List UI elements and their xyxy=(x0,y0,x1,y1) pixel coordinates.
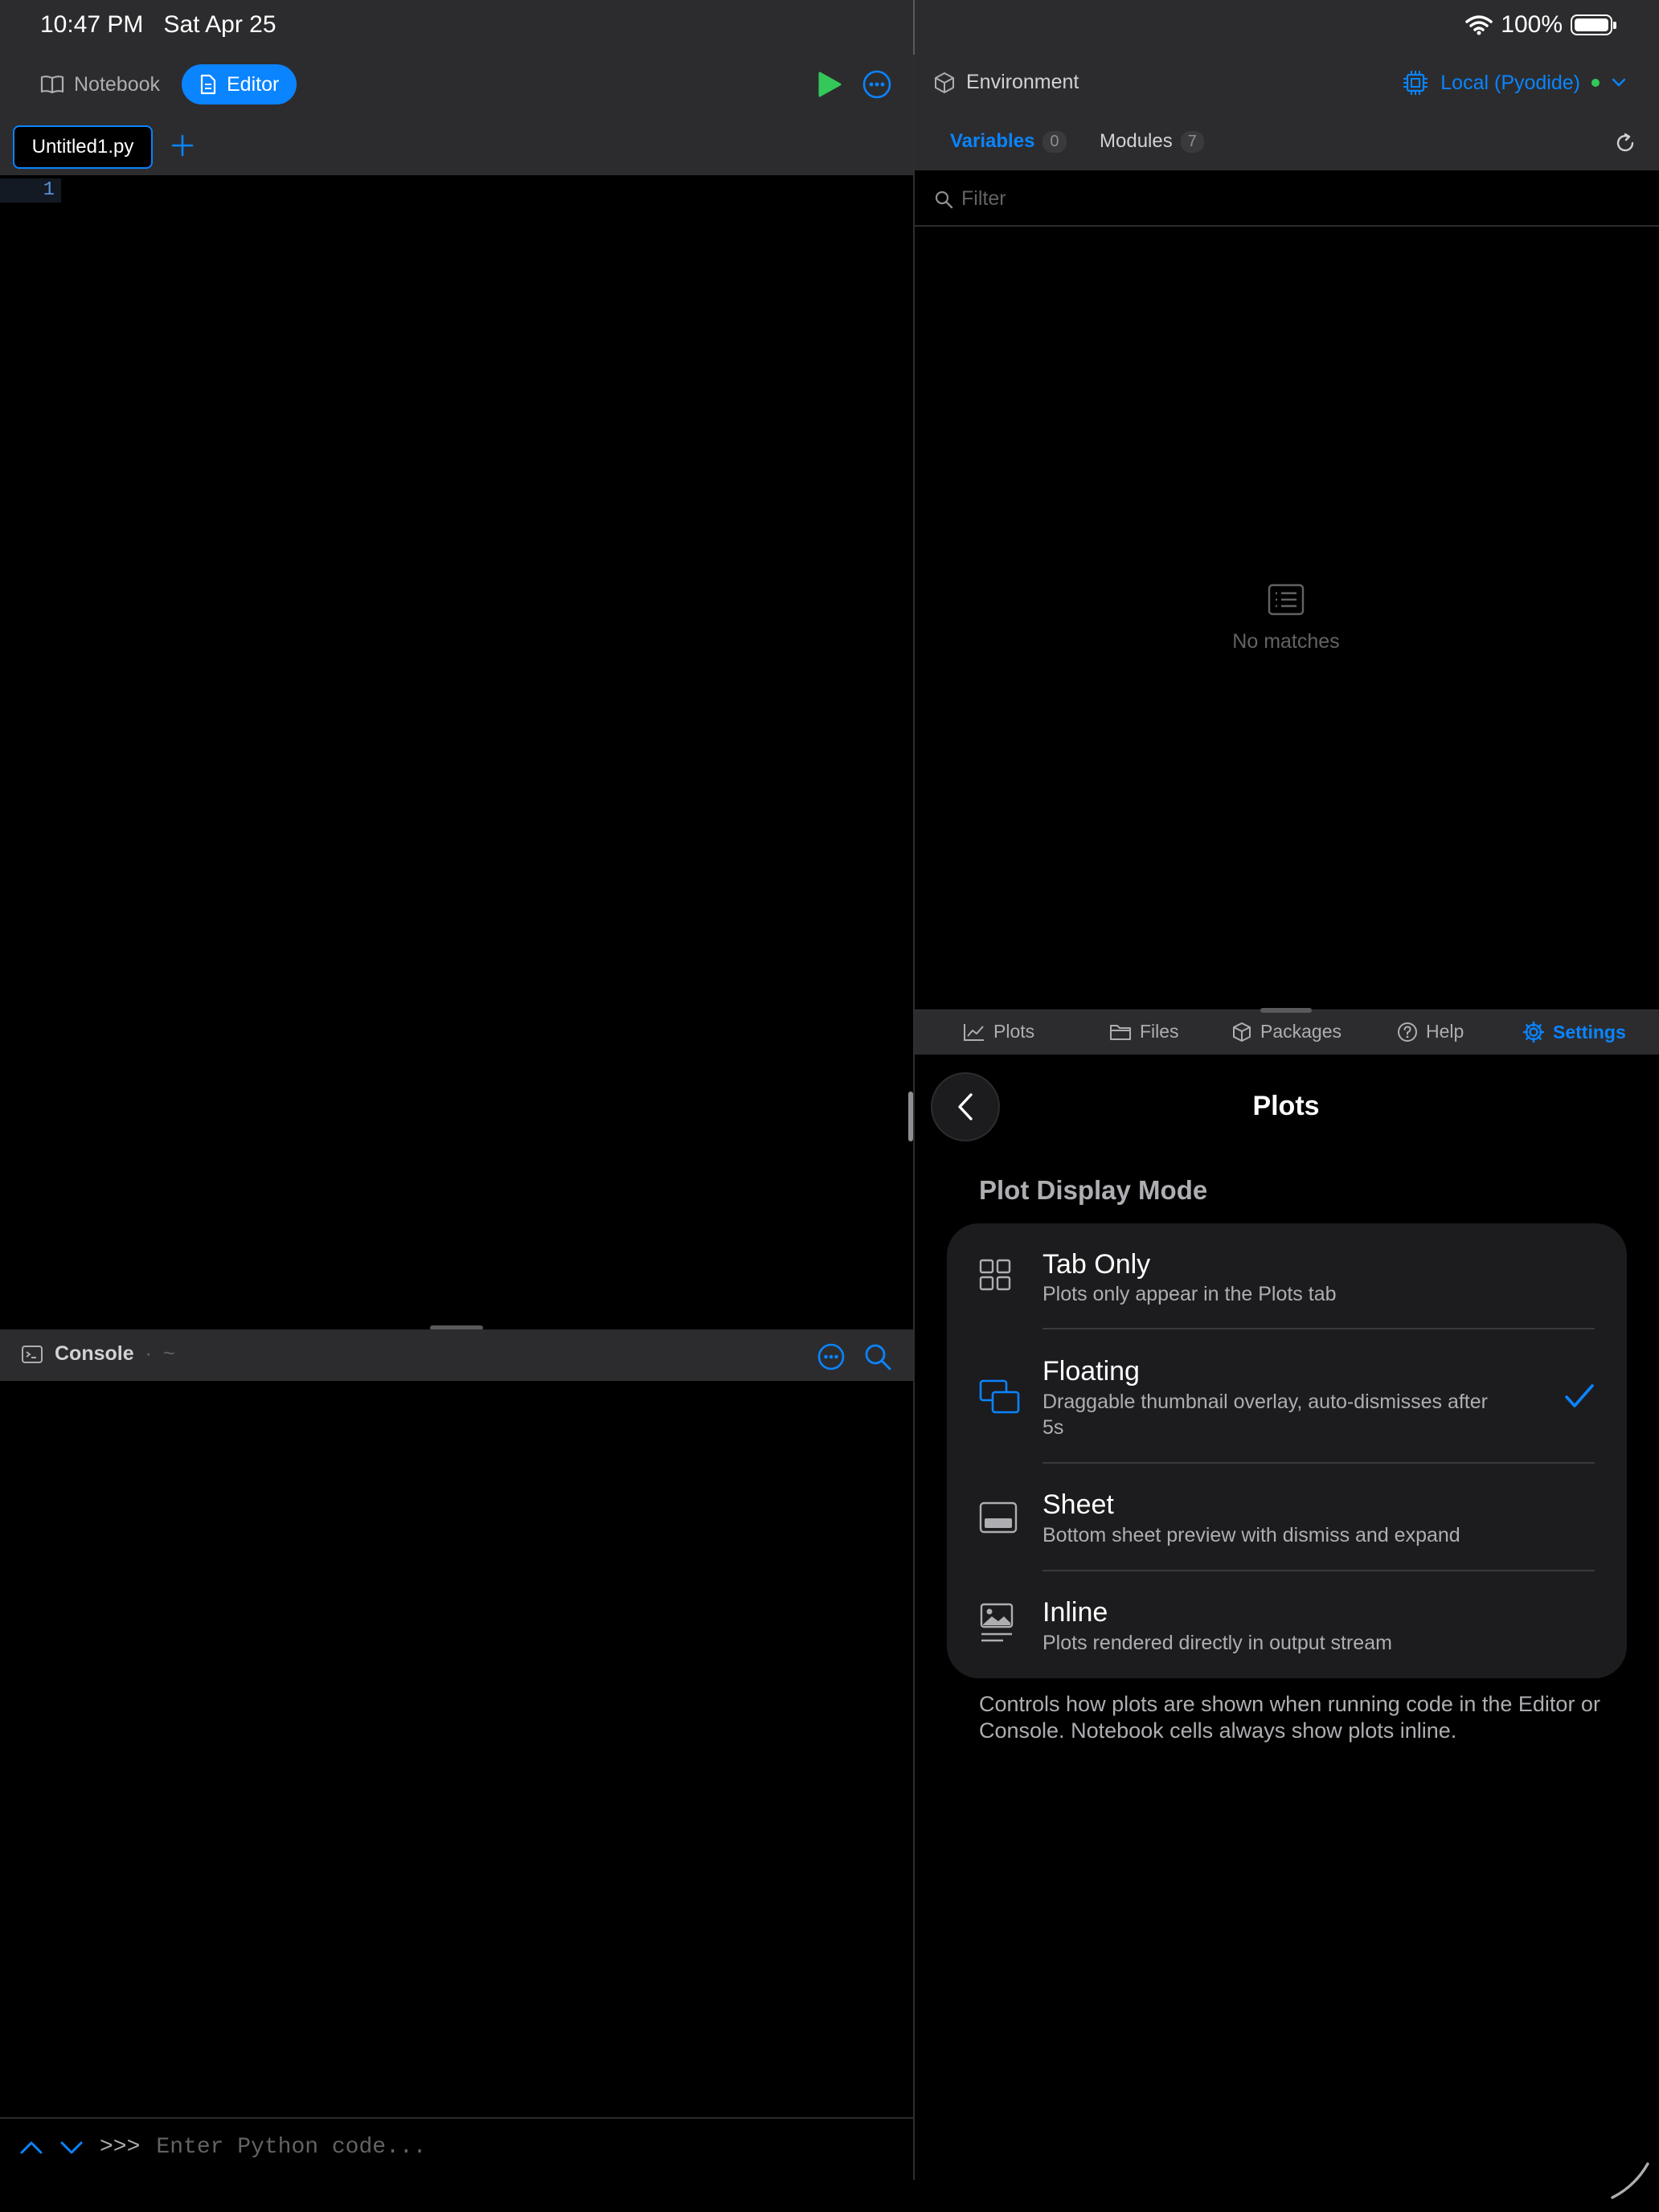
environment-title: Environment xyxy=(934,71,1079,94)
chevron-down-icon xyxy=(1611,77,1627,88)
run-button[interactable] xyxy=(817,71,842,98)
folder-icon xyxy=(1109,1022,1132,1042)
option-label: Floating xyxy=(1043,1356,1140,1387)
console-title-bar: Console · ~ xyxy=(21,1342,175,1366)
sidebar-grip[interactable] xyxy=(908,1092,913,1141)
tab-files-label: Files xyxy=(1140,1021,1179,1042)
document-icon xyxy=(199,74,217,95)
section-footer: Controls how plots are shown when runnin… xyxy=(979,1692,1600,1743)
console-input-divider xyxy=(0,2117,913,2119)
notebook-button[interactable]: Notebook xyxy=(23,64,178,104)
tab-files[interactable]: Files xyxy=(1109,1021,1179,1043)
editor-label: Editor xyxy=(227,72,280,96)
chart-icon xyxy=(963,1022,985,1042)
settings-page-title: Plots xyxy=(1252,1091,1320,1121)
back-button[interactable] xyxy=(931,1072,1000,1141)
console-more-button[interactable] xyxy=(817,1342,846,1371)
environment-label: Environment xyxy=(966,71,1079,93)
console-search-button[interactable] xyxy=(863,1342,892,1371)
console-label: Console xyxy=(55,1342,134,1365)
plus-icon xyxy=(171,134,194,157)
tab-plots-label: Plots xyxy=(993,1021,1035,1042)
tab-modules[interactable]: Modules 7 xyxy=(1100,130,1204,153)
panel-resize-handle[interactable] xyxy=(1260,1008,1312,1013)
list-icon xyxy=(1268,584,1305,616)
section-header: Plot Display Mode xyxy=(979,1175,1208,1205)
tab-variables-label: Variables xyxy=(950,130,1035,152)
console-output xyxy=(0,1381,913,2117)
status-date: Sat Apr 25 xyxy=(163,11,276,38)
play-icon xyxy=(818,72,842,97)
search-icon xyxy=(934,190,953,209)
option-label: Tab Only xyxy=(1043,1249,1151,1280)
tab-packages[interactable]: Packages xyxy=(1231,1021,1342,1043)
file-tab-untitled1[interactable]: Untitled1.py xyxy=(13,125,153,169)
tab-modules-label: Modules xyxy=(1100,130,1173,152)
add-tab-button[interactable] xyxy=(170,133,195,158)
tab-variables[interactable]: Variables 0 xyxy=(950,130,1067,153)
ellipsis-circle-icon xyxy=(817,1343,845,1370)
history-down-icon[interactable] xyxy=(59,2140,84,2156)
line-number: 1 xyxy=(0,178,61,203)
checkmark-icon xyxy=(1564,1382,1595,1410)
cube-icon xyxy=(1231,1022,1252,1043)
wifi-icon xyxy=(1465,14,1493,35)
editor-button[interactable]: Editor xyxy=(182,64,297,104)
tab-settings[interactable]: Settings xyxy=(1522,1021,1626,1043)
history-up-icon[interactable] xyxy=(19,2140,43,2156)
tab-help-label: Help xyxy=(1426,1021,1464,1042)
help-icon xyxy=(1397,1022,1418,1043)
tab-plots[interactable]: Plots xyxy=(963,1021,1034,1043)
modules-count-badge: 7 xyxy=(1180,130,1204,153)
search-icon xyxy=(865,1344,891,1370)
empty-state-text: No matches xyxy=(1232,630,1340,653)
option-description: Plots only appear in the Plots tab xyxy=(1043,1283,1337,1305)
pane-divider[interactable] xyxy=(913,0,915,2180)
tab-settings-label: Settings xyxy=(1553,1021,1626,1043)
option-description: Bottom sheet preview with dismiss and ex… xyxy=(1043,1524,1460,1546)
resize-corner-icon[interactable] xyxy=(1611,2162,1649,2199)
floating-windows-icon xyxy=(979,1379,1021,1415)
console-input[interactable]: Enter Python code... xyxy=(156,2135,426,2160)
gear-icon xyxy=(1522,1021,1545,1043)
option-label: Inline xyxy=(1043,1597,1108,1628)
battery-icon xyxy=(1571,14,1616,35)
refresh-icon xyxy=(1616,133,1634,152)
kernel-status-dot xyxy=(1591,79,1600,87)
console-input-row: >>> Enter Python code... xyxy=(19,2135,426,2160)
ellipsis-circle-icon xyxy=(862,70,891,99)
option-label: Sheet xyxy=(1043,1489,1114,1520)
tab-help[interactable]: Help xyxy=(1397,1021,1464,1043)
variables-count-badge: 0 xyxy=(1043,130,1067,153)
battery-percent: 100% xyxy=(1501,11,1563,38)
notebook-label: Notebook xyxy=(74,72,161,96)
inline-image-icon xyxy=(979,1603,1014,1645)
status-clock: 10:47 PM Sat Apr 25 xyxy=(40,11,276,39)
book-icon xyxy=(40,75,64,94)
editor-more-button[interactable] xyxy=(862,69,892,100)
terminal-icon xyxy=(21,1345,43,1364)
status-time: 10:47 PM xyxy=(40,11,144,38)
tab-packages-label: Packages xyxy=(1260,1021,1342,1042)
option-description: Plots rendered directly in output stream xyxy=(1043,1632,1392,1654)
console-path: ~ xyxy=(162,1342,175,1365)
console-separator: · xyxy=(145,1342,152,1365)
kernel-label: Local (Pyodide) xyxy=(1440,71,1580,94)
code-editor[interactable] xyxy=(0,175,913,1328)
status-indicators: 100% xyxy=(1465,11,1616,39)
filter-input[interactable] xyxy=(961,185,1620,212)
cpu-icon xyxy=(1402,69,1429,96)
status-divider xyxy=(913,0,915,55)
grid-icon xyxy=(979,1259,1011,1291)
kernel-selector[interactable]: Local (Pyodide) xyxy=(1402,69,1627,96)
option-description: Draggable thumbnail overlay, auto-dismis… xyxy=(1043,1391,1488,1439)
cube-icon xyxy=(934,72,955,94)
refresh-button[interactable] xyxy=(1614,132,1636,154)
chevron-left-icon xyxy=(958,1093,973,1120)
sheet-icon xyxy=(979,1501,1018,1534)
console-prompt: >>> xyxy=(100,2135,141,2160)
